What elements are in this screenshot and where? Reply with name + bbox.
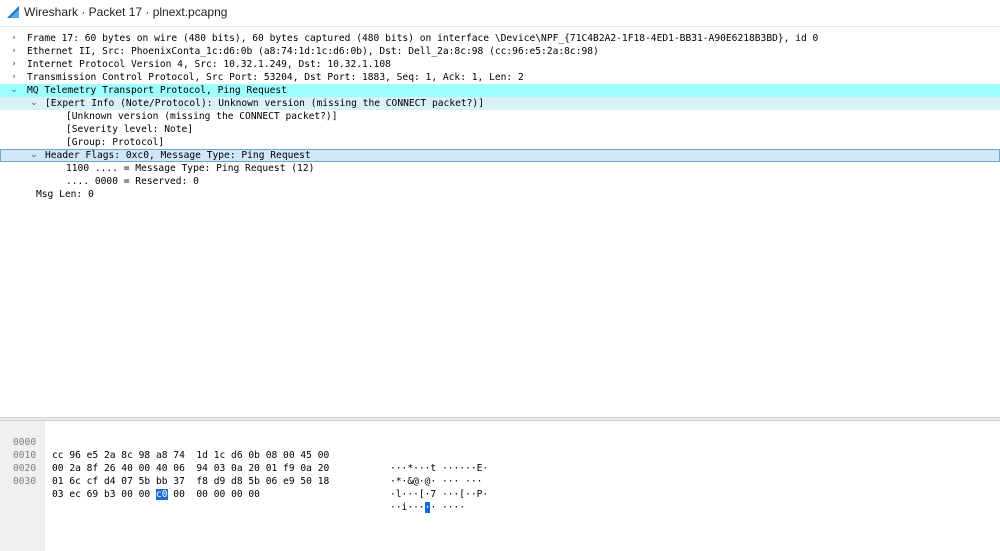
chevron-right-icon[interactable]: › [9, 58, 19, 71]
tree-row-label: MQ Telemetry Transport Protocol, Ping Re… [27, 85, 287, 96]
packet-details-tree[interactable]: › Frame 17: 60 bytes on wire (480 bits),… [0, 32, 1000, 416]
bytes-row[interactable]: 0000 cc 96 e5 2a 8c 98 a8 74 1d 1c d6 0b… [0, 423, 488, 474]
tree-row-expert-info[interactable]: ⌄ [Expert Info (Note/Protocol): Unknown … [0, 97, 1000, 110]
chevron-right-icon[interactable]: › [9, 71, 19, 84]
bytes-hex[interactable]: 00 2a 8f 26 40 00 40 06 94 03 0a 20 01 f… [52, 462, 329, 475]
bytes-ascii[interactable]: ···*···t ······E· [390, 462, 488, 475]
bytes-row[interactable]: 0020 01 6c cf d4 07 5b bb 37 f8 d9 d8 5b… [0, 449, 488, 500]
tree-row-label: Transmission Control Protocol, Src Port:… [27, 72, 524, 83]
tree-row-frame[interactable]: › Frame 17: 60 bytes on wire (480 bits),… [0, 32, 1000, 45]
tree-row-label: Ethernet II, Src: PhoenixConta_1c:d6:0b … [27, 46, 599, 57]
bytes-row[interactable]: 0010 00 2a 8f 26 40 00 40 06 94 03 0a 20… [0, 436, 482, 487]
tree-row-unknown-version[interactable]: [Unknown version (missing the CONNECT pa… [0, 110, 1000, 123]
tree-row-severity[interactable]: [Severity level: Note] [0, 123, 1000, 136]
bytes-row[interactable]: 0030 03 ec 69 b3 00 00 c0 00 00 00 00 00… [0, 462, 465, 513]
tree-row-ethernet[interactable]: › Ethernet II, Src: PhoenixConta_1c:d6:0… [0, 45, 1000, 58]
tree-row-tcp[interactable]: › Transmission Control Protocol, Src Por… [0, 71, 1000, 84]
tree-row-label: Msg Len: 0 [36, 189, 94, 200]
chevron-right-icon[interactable]: › [9, 32, 19, 45]
bytes-hex-before[interactable]: 03 ec 69 b3 00 00 [52, 489, 156, 500]
tree-row-label: Header Flags: 0xc0, Message Type: Ping R… [45, 150, 311, 161]
bytes-ascii[interactable]: ·l···[·7 ···[··P· [390, 488, 488, 501]
titlebar-divider [0, 26, 1000, 27]
tree-row-ipv4[interactable]: › Internet Protocol Version 4, Src: 10.3… [0, 58, 1000, 71]
chevron-down-icon[interactable]: ⌄ [9, 84, 19, 97]
tree-row-header-flags[interactable]: ⌄ Header Flags: 0xc0, Message Type: Ping… [0, 149, 1000, 162]
tree-row-label: .... 0000 = Reserved: 0 [66, 176, 199, 187]
bytes-ascii[interactable]: ·*·&@·@· ··· ··· [390, 475, 482, 488]
chevron-down-icon[interactable]: ⌄ [29, 97, 39, 110]
tree-row-label: [Expert Info (Note/Protocol): Unknown ve… [45, 98, 484, 109]
bytes-hex[interactable]: cc 96 e5 2a 8c 98 a8 74 1d 1c d6 0b 08 0… [52, 449, 329, 462]
bytes-ascii-after[interactable]: · ···· [430, 502, 465, 513]
selected-byte[interactable]: c0 [155, 489, 168, 500]
tree-row-label: 1100 .... = Message Type: Ping Request (… [66, 163, 315, 174]
tree-row-group[interactable]: [Group: Protocol] [0, 136, 1000, 149]
bytes-hex-after[interactable]: 00 00 00 00 00 [168, 489, 260, 500]
bytes-ascii-before[interactable]: ··i··· [390, 502, 425, 513]
tree-row-label: Frame 17: 60 bytes on wire (480 bits), 6… [27, 33, 819, 44]
tree-row-reserved[interactable]: .... 0000 = Reserved: 0 [0, 175, 1000, 188]
tree-row-message-type[interactable]: 1100 .... = Message Type: Ping Request (… [0, 162, 1000, 175]
tree-row-label: [Severity level: Note] [66, 124, 194, 135]
packet-bytes-pane[interactable]: 0000 cc 96 e5 2a 8c 98 a8 74 1d 1c d6 0b… [0, 421, 1000, 551]
tree-row-label: Internet Protocol Version 4, Src: 10.32.… [27, 59, 391, 70]
tree-row-msg-len[interactable]: Msg Len: 0 [0, 188, 1000, 201]
chevron-right-icon[interactable]: › [9, 45, 19, 58]
bytes-ascii[interactable]: ··i····· ···· [390, 501, 465, 514]
tree-row-label: [Group: Protocol] [66, 137, 165, 148]
bytes-hex[interactable]: 03 ec 69 b3 00 00 c0 00 00 00 00 00 [52, 488, 260, 501]
tree-row-mqtt[interactable]: ⌄ MQ Telemetry Transport Protocol, Ping … [0, 84, 1000, 97]
tree-row-label: [Unknown version (missing the CONNECT pa… [66, 111, 338, 122]
bytes-offset: 0030 [13, 476, 37, 487]
window-title: Wireshark · Packet 17 · plnext.pcapng [24, 5, 228, 19]
window-titlebar: Wireshark · Packet 17 · plnext.pcapng [0, 0, 1000, 26]
bytes-hex[interactable]: 01 6c cf d4 07 5b bb 37 f8 d9 d8 5b 06 e… [52, 475, 329, 488]
wireshark-fin-icon [7, 6, 19, 18]
